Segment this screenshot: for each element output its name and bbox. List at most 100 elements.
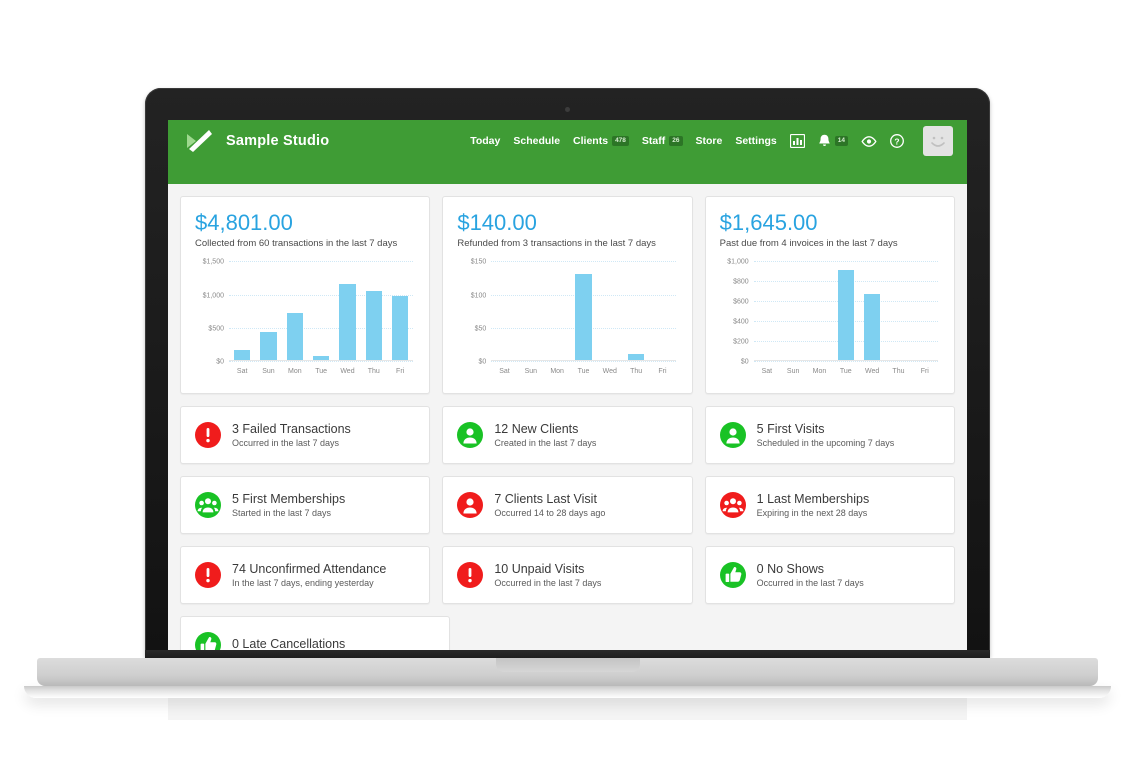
bar-column[interactable]: [229, 261, 255, 361]
stats-rows: 3 Failed Transactions Occurred in the las…: [180, 406, 955, 674]
bar[interactable]: [627, 353, 645, 361]
nav-label: Today: [470, 135, 501, 147]
x-axis-tick-label: Sun: [262, 367, 275, 375]
person-icon: [463, 428, 477, 444]
people-group-icon: [195, 492, 221, 518]
stat-title: 10 Unpaid Visits: [494, 561, 585, 576]
bar[interactable]: [260, 332, 277, 361]
stat-text: 5 First Memberships Started in the last 7…: [232, 492, 345, 519]
bar[interactable]: [339, 284, 356, 361]
bar-column[interactable]: [597, 261, 623, 360]
stat-card[interactable]: 5 First Memberships Started in the last 7…: [180, 476, 431, 534]
person-icon: [463, 498, 477, 514]
bar[interactable]: [575, 274, 592, 361]
gridline: $0: [216, 359, 414, 366]
help-icon[interactable]: ?: [890, 134, 904, 148]
bar-column[interactable]: [780, 261, 806, 360]
bar-column[interactable]: [334, 261, 360, 361]
nav-item-clients[interactable]: Clients 478: [573, 135, 629, 147]
nav-item-settings[interactable]: Settings: [735, 135, 776, 147]
stat-card[interactable]: 12 New Clients Created in the last 7 days: [442, 406, 693, 464]
clients-count-badge: 478: [612, 135, 629, 147]
bar-column[interactable]: [806, 261, 832, 360]
bar-column[interactable]: [885, 261, 911, 360]
bar[interactable]: [286, 312, 303, 361]
stat-title: 3 Failed Transactions: [232, 421, 351, 436]
stat-card[interactable]: 74 Unconfirmed Attendance In the last 7 d…: [180, 546, 431, 604]
bar-column[interactable]: [491, 261, 517, 360]
eye-icon[interactable]: [861, 135, 877, 147]
stat-card[interactable]: 10 Unpaid Visits Occurred in the last 7 d…: [442, 546, 693, 604]
stat-subtitle: Scheduled in the upcoming 7 days: [756, 438, 895, 449]
notifications-bell-icon[interactable]: [818, 134, 831, 148]
stat-card[interactable]: 5 First Visits Scheduled in the upcoming …: [704, 406, 955, 464]
stat-title: 0 No Shows: [756, 561, 825, 576]
nav-label: Schedule: [513, 135, 561, 147]
chart-bars: [491, 261, 676, 362]
person-icon: [457, 492, 484, 518]
brand[interactable]: Sample Studio: [184, 126, 329, 156]
stat-title: 1 Last Memberships: [756, 491, 870, 506]
y-axis-tick-label: $800: [733, 278, 749, 286]
bar-column[interactable]: [387, 261, 413, 361]
bar[interactable]: [837, 270, 854, 361]
screenshot-stage: Sample Studio Today Schedule Clients 478: [0, 0, 1135, 777]
x-axis-labels: Sat Sun Mon Tue Wed Thu Fri: [229, 363, 413, 379]
x-axis-tick-label: Fri: [658, 367, 667, 375]
reports-icon[interactable]: [789, 134, 805, 148]
bar-column[interactable]: [649, 261, 675, 360]
bar-column[interactable]: [833, 261, 859, 361]
bar-column[interactable]: [361, 261, 387, 361]
laptop-base-notch: [495, 658, 640, 672]
y-axis-tick-label: $1,000: [202, 292, 224, 300]
chart-card-3: $1,645.00 Past due from 4 invoices in the…: [704, 196, 955, 394]
y-axis-tick-label: $1,000: [727, 258, 749, 266]
bar[interactable]: [234, 350, 251, 361]
bar-column[interactable]: [754, 261, 780, 360]
stat-card[interactable]: 3 Failed Transactions Occurred in the las…: [180, 406, 431, 464]
stat-title: 74 Unconfirmed Attendance: [232, 561, 387, 576]
x-axis-tick-label: Tue: [577, 367, 590, 375]
y-axis-tick-label: $500: [208, 325, 224, 333]
bar-column[interactable]: [623, 261, 649, 361]
x-axis-tick-label: Sat: [236, 367, 248, 375]
stat-text: 1 Last Memberships Expiring in the next 2…: [757, 492, 870, 519]
alert-exclamation-icon: [468, 568, 473, 583]
stat-title: 5 First Memberships: [232, 491, 346, 506]
x-axis-tick-label: Sun: [524, 367, 538, 375]
y-axis-tick-label: $0: [740, 358, 749, 366]
bar-column[interactable]: [544, 261, 570, 360]
bar-column[interactable]: [518, 261, 544, 360]
thumbs-up-icon: [719, 562, 746, 588]
stat-card[interactable]: 7 Clients Last Visit Occurred 14 to 28 da…: [442, 476, 693, 534]
nav-item-today[interactable]: Today: [470, 135, 500, 147]
bar[interactable]: [312, 355, 330, 361]
stat-text: 0 No Shows Occurred in the last 7 days: [757, 562, 864, 589]
bar-column[interactable]: [912, 261, 938, 360]
stat-card[interactable]: 0 No Shows Occurred in the last 7 days: [704, 546, 955, 604]
svg-text:?: ?: [894, 136, 899, 146]
bar-column[interactable]: [570, 261, 596, 361]
nav-item-staff[interactable]: Staff 26: [642, 135, 683, 147]
stat-card[interactable]: 1 Last Memberships Expiring in the next 2…: [704, 476, 955, 534]
bar-column[interactable]: [282, 261, 308, 361]
x-axis-tick-label: Sun: [786, 367, 800, 375]
bar[interactable]: [863, 293, 881, 361]
bar-column[interactable]: [308, 261, 334, 361]
x-axis-tick-label: Fri: [396, 367, 405, 375]
notifications[interactable]: 14: [818, 134, 848, 148]
chart-subtitle: Collected from 60 transactions in the la…: [195, 238, 398, 250]
chart-bars: [753, 261, 938, 362]
dashboard-content: $4,801.00 Collected from 60 transactions …: [168, 184, 967, 720]
nav-item-schedule[interactable]: Schedule: [513, 135, 560, 147]
bar[interactable]: [365, 290, 382, 361]
bar-column[interactable]: [859, 261, 885, 361]
nav-item-store[interactable]: Store: [696, 135, 723, 147]
person-icon: [457, 422, 484, 448]
user-avatar[interactable]: [923, 126, 953, 156]
bar[interactable]: [391, 296, 409, 361]
y-axis-tick-label: $400: [733, 318, 749, 326]
chart-subtitle: Past due from 4 invoices in the last 7 d…: [719, 238, 898, 250]
bar-column[interactable]: [255, 261, 281, 361]
x-axis-labels: Sat Sun Mon Tue Wed Thu Fri: [754, 363, 938, 379]
